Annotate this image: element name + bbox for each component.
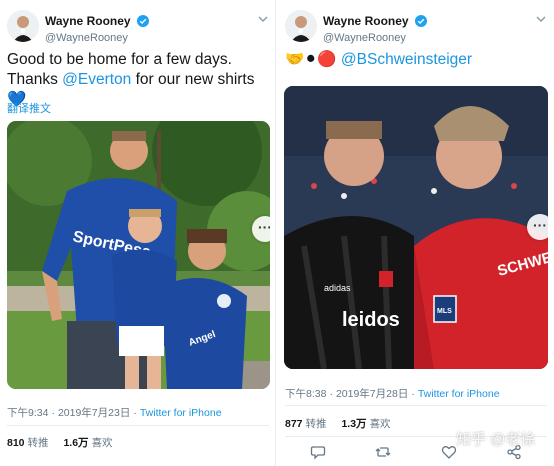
players-photo-image: leidos adidas SCHWEI MLS xyxy=(284,86,548,369)
more-options-button[interactable]: ··· xyxy=(527,214,548,240)
user-handle[interactable]: @WayneRooney xyxy=(45,32,149,44)
emoji-text: 🤝⚫🔴 xyxy=(285,51,337,68)
likes-stat[interactable]: 1.3万 喜欢 xyxy=(341,418,390,430)
tweet-timestamp: 下午9:34 · 2019年7月23日 · Twitter for iPhone xyxy=(7,405,222,420)
mention-link[interactable]: @Everton xyxy=(62,71,131,88)
tweet-source-link[interactable]: Twitter for iPhone xyxy=(418,388,500,400)
tweet-text: 🤝⚫🔴 @BSchweinsteiger xyxy=(285,50,547,70)
mention-link[interactable]: @BSchweinsteiger xyxy=(341,51,472,68)
retweet-icon[interactable] xyxy=(375,444,391,460)
separator-dot: · xyxy=(329,388,333,400)
tweet-right: Wayne Rooney @WayneRooney 🤝⚫🔴 @BSchweins… xyxy=(278,0,554,466)
zhihu-watermark: 知乎 @老徐 xyxy=(456,431,536,448)
user-info: Wayne Rooney @WayneRooney xyxy=(323,12,428,44)
like-heart-icon[interactable] xyxy=(441,444,457,460)
divider xyxy=(7,425,269,426)
sponsor-text: leidos xyxy=(342,309,400,331)
verified-badge-icon xyxy=(415,14,428,27)
tweet-date[interactable]: 2019年7月28日 xyxy=(336,388,408,400)
tweet-header: Wayne Rooney @WayneRooney xyxy=(285,8,547,44)
chevron-down-icon[interactable] xyxy=(535,14,547,24)
tweet-stats: 877 转推 1.3万 喜欢 xyxy=(285,416,403,431)
tweet-source-link[interactable]: Twitter for iPhone xyxy=(140,407,222,419)
tweet-timestamp: 下午8:38 · 2019年7月28日 · Twitter for iPhone xyxy=(285,386,500,401)
tweet-photo[interactable]: leidos adidas SCHWEI MLS ··· xyxy=(284,86,548,369)
separator-dot: · xyxy=(411,388,415,400)
tweet-text-part: for our new shirts xyxy=(131,71,255,88)
brand-text: adidas xyxy=(324,283,351,293)
tweet-actions-bar-left xyxy=(0,440,276,466)
tweet-time[interactable]: 下午8:38 xyxy=(285,388,326,400)
separator-dot: · xyxy=(51,407,55,419)
likes-label: 喜欢 xyxy=(369,418,391,430)
tweet-photo[interactable]: SportPesa Angel ··· xyxy=(7,121,270,389)
user-info: Wayne Rooney @WayneRooney xyxy=(45,12,150,44)
display-name[interactable]: Wayne Rooney xyxy=(45,14,131,28)
badge-text: MLS xyxy=(437,308,452,315)
verified-badge-icon xyxy=(137,14,150,27)
reply-icon[interactable] xyxy=(310,444,326,460)
retweets-count: 877 xyxy=(285,418,303,430)
family-photo-image: SportPesa Angel xyxy=(7,121,270,389)
divider xyxy=(285,405,547,406)
likes-count: 1.3万 xyxy=(341,418,367,430)
tweet-header: Wayne Rooney @WayneRooney xyxy=(7,8,269,44)
tweet-left: Wayne Rooney @WayneRooney Good to be hom… xyxy=(0,0,276,466)
avatar[interactable] xyxy=(7,10,39,42)
display-name[interactable]: Wayne Rooney xyxy=(323,14,409,28)
retweets-label: 转推 xyxy=(305,418,327,430)
separator-dot: · xyxy=(133,407,137,419)
user-handle[interactable]: @WayneRooney xyxy=(323,32,427,44)
retweets-stat[interactable]: 877 转推 xyxy=(285,418,327,430)
tweet-date[interactable]: 2019年7月23日 xyxy=(58,407,130,419)
translate-tweet-link[interactable]: 翻译推文 xyxy=(7,100,51,116)
chevron-down-icon[interactable] xyxy=(257,14,269,24)
tweet-time[interactable]: 下午9:34 xyxy=(7,407,48,419)
avatar[interactable] xyxy=(285,10,317,42)
